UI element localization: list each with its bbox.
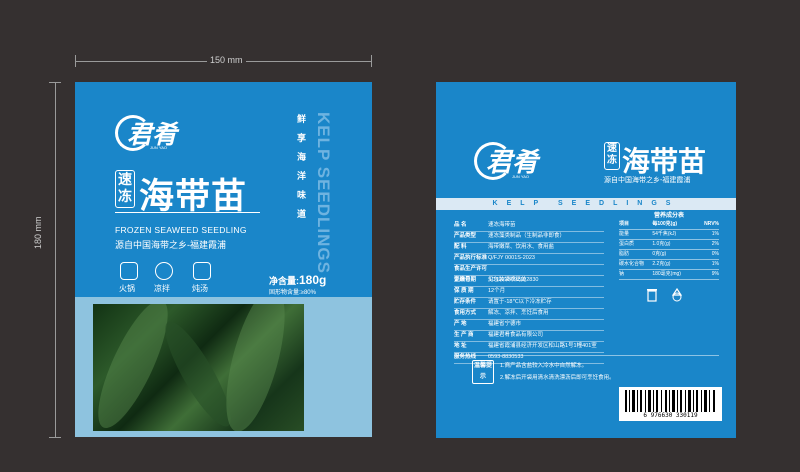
recycle-icon	[671, 288, 683, 302]
barcode-bar	[640, 390, 642, 412]
soup-icon	[193, 262, 211, 280]
back-brand-en: JUN YAO	[512, 174, 529, 179]
nutrition-row: 碳水化合物 2.2克(g) 1%	[619, 260, 719, 270]
front-divider	[115, 212, 260, 213]
barcode-bar	[685, 390, 686, 412]
width-tick-right	[371, 55, 372, 67]
barcode-bar	[632, 390, 635, 412]
back-tagline: 源自中国海带之乡-福建霞浦	[604, 177, 691, 184]
nutrition-row: 脂肪 0克(g) 0%	[619, 250, 719, 260]
front-vertical-slogan: 鲜享海洋味道	[296, 114, 306, 228]
front-vertical-en: KELP SEEDLINGS	[314, 112, 333, 274]
barcode-bar	[648, 390, 651, 412]
salad-icon	[155, 262, 173, 280]
height-tick-top	[49, 82, 61, 83]
back-badge: 速冻	[604, 142, 620, 170]
product-window-image	[93, 304, 304, 431]
tip-line-1: 1.商产品含盐较入冷水中自然解冻。	[500, 363, 588, 369]
barcode-bar	[701, 390, 702, 412]
barcode-bar	[709, 390, 710, 412]
back-product-title: 海带苗	[622, 146, 707, 177]
barcode: 6 976630 330119	[619, 387, 722, 421]
nutrition-title: 营养成分表	[653, 213, 684, 219]
barcode-bar	[669, 390, 670, 412]
front-panel: 君肴 JUN YAO 速冻 海带苗 FROZEN SEAWEED SEEDLIN…	[75, 82, 372, 437]
barcode-bar	[629, 390, 630, 412]
barcode-bar	[672, 390, 675, 412]
barcode-number: 6 976630 330119	[643, 412, 698, 419]
nutrition-row: 能量 54千焦(kJ) 1%	[619, 230, 719, 240]
barcode-bar	[677, 390, 678, 412]
net-label: 净含量:	[269, 276, 299, 286]
tips-label: 温馨提示	[472, 360, 494, 384]
nutrition-header: 项目 每100克(g) NRV%	[619, 220, 719, 230]
barcode-bar	[665, 390, 667, 412]
height-dimension-line	[55, 82, 56, 437]
front-tagline: 源自中国海带之乡-福建霞浦	[115, 240, 226, 250]
barcode-bar	[688, 390, 691, 412]
use-label-salad: 凉拌	[154, 284, 170, 293]
barcode-bar	[653, 390, 654, 412]
nutrition-row: 蛋白质 1.0克(g) 2%	[619, 240, 719, 250]
front-brand-en: JUN YAO	[150, 145, 167, 150]
barcode-bar	[713, 390, 715, 412]
trash-bin-icon	[647, 289, 657, 302]
use-label-soup: 炖汤	[192, 284, 208, 293]
kelp-band: KELP SEEDLINGS	[436, 198, 736, 210]
barcode-bar	[661, 390, 662, 412]
width-dimension-label: 150 mm	[207, 55, 246, 65]
nutrition-table: 项目 每100克(g) NRV% 能量 54千焦(kJ) 1% 蛋白质 1.0克(g) 2%…	[619, 220, 719, 280]
front-product-en: FROZEN SEAWEED SEEDLING	[115, 225, 247, 235]
hotpot-icon	[120, 262, 138, 280]
tip-line-2: 2.解冻后开袋用清水清洗漂沥后即可烹饪食用。	[500, 375, 615, 381]
tips-divider	[454, 355, 719, 356]
kelp-leaf-shape	[214, 304, 297, 431]
barcode-bar	[645, 390, 646, 412]
barcode-bar	[704, 390, 707, 412]
barcode-bar	[680, 390, 682, 412]
barcode-bar	[693, 390, 694, 412]
front-badge: 速冻	[115, 170, 135, 208]
use-label-hotpot: 火锅	[119, 284, 135, 293]
height-tick-bottom	[49, 437, 61, 438]
nutrition-row: 钠 180毫克(mg) 9%	[619, 270, 719, 280]
barcode-bar	[637, 390, 638, 412]
barcode-bar	[656, 390, 658, 412]
barcode-bar	[696, 390, 698, 412]
net-value: 180g	[299, 273, 327, 287]
width-tick-left	[75, 55, 76, 67]
height-dimension-label: 180 mm	[33, 213, 43, 252]
barcode-bar	[625, 390, 627, 412]
solid-ratio: 固形物含量:≥80%	[269, 290, 316, 296]
back-panel: 君肴 JUN YAO 速冻 海带苗 源自中国海带之乡-福建霞浦 KELP SEE…	[436, 82, 736, 438]
net-content: 净含量:180g	[269, 273, 326, 287]
